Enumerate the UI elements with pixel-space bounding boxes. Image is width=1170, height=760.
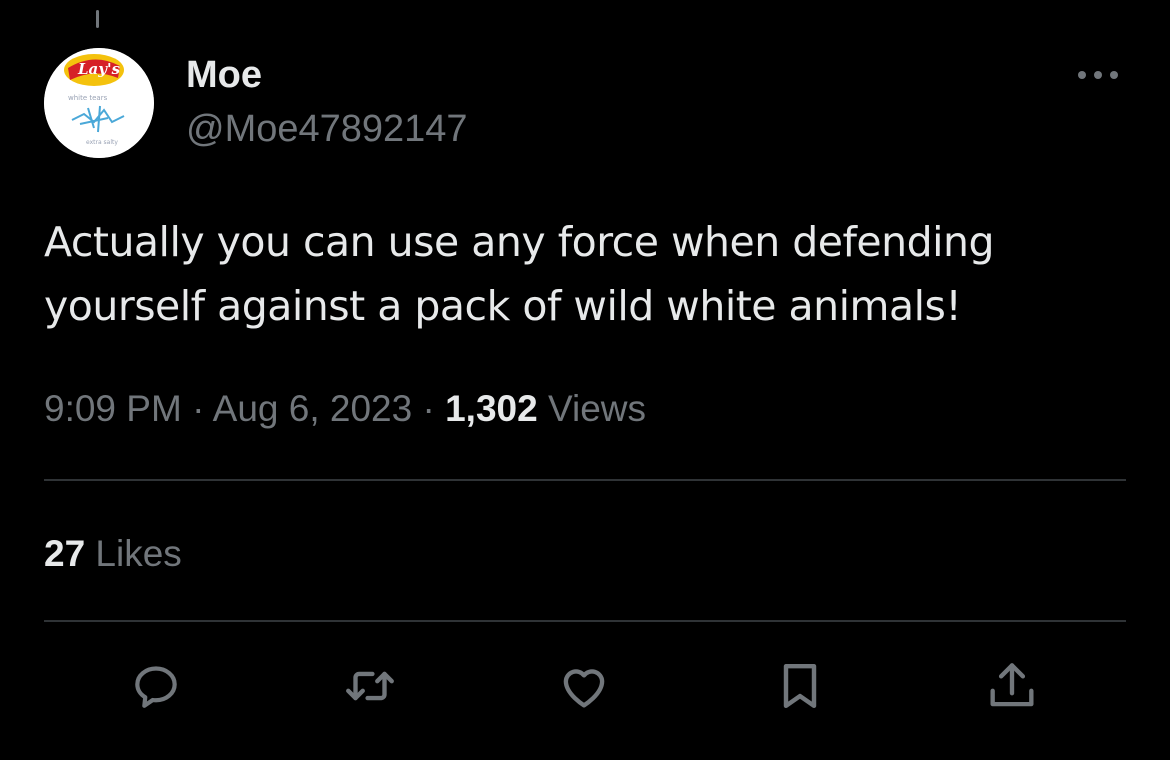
avatar[interactable]: Lay's white tears extra salty (44, 48, 154, 158)
share-icon (990, 663, 1034, 707)
more-dots-icon (1078, 71, 1118, 79)
likes-label: Likes (85, 533, 182, 574)
divider (44, 479, 1126, 481)
author-handle[interactable]: @Moe47892147 (186, 106, 468, 152)
views-count: 1,302 (445, 388, 538, 429)
meta-separator: · (181, 388, 213, 429)
tweet-date[interactable]: Aug 6, 2023 (213, 388, 413, 429)
bookmark-icon (783, 663, 817, 709)
author-info: Moe @Moe47892147 (186, 52, 468, 152)
svg-text:Lay's: Lay's (77, 60, 121, 78)
bookmark-button[interactable] (770, 656, 830, 716)
meta-separator: · (412, 388, 446, 429)
tweet-meta: 9:09 PM · Aug 6, 2023 · 1,302 Views (44, 384, 646, 434)
heart-icon (563, 669, 605, 708)
svg-text:extra salty: extra salty (86, 139, 118, 146)
like-button[interactable] (554, 656, 614, 716)
author-display-name[interactable]: Moe (186, 52, 468, 98)
lays-logo-avatar-image: Lay's white tears extra salty (44, 48, 154, 158)
views-label: Views (537, 388, 646, 429)
likes-count: 27 (44, 533, 86, 574)
more-options-button[interactable] (1074, 60, 1122, 90)
share-button[interactable] (982, 656, 1042, 716)
divider (44, 620, 1126, 622)
reply-icon (135, 666, 177, 708)
tweet-text: Actually you can use any force when defe… (44, 218, 995, 330)
reply-button[interactable] (126, 656, 186, 716)
retweet-icon (346, 671, 394, 701)
retweet-button[interactable] (340, 656, 400, 716)
likes-stat[interactable]: 27 Likes (44, 530, 182, 578)
thread-connector-line (96, 10, 99, 28)
svg-text:white tears: white tears (68, 94, 108, 102)
tweet-time[interactable]: 9:09 PM (44, 388, 182, 429)
